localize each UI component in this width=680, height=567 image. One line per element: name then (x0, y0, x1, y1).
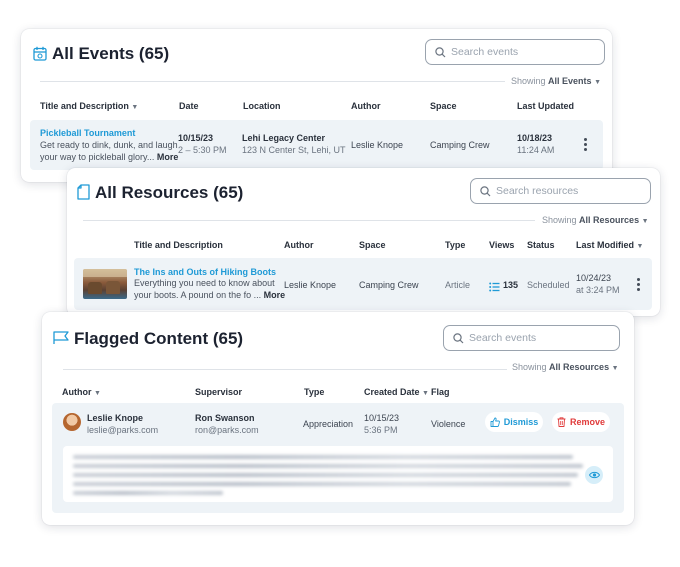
remove-button[interactable]: Remove (552, 412, 610, 432)
updated-time: 11:24 AM (517, 145, 555, 155)
document-icon (77, 184, 90, 205)
showing-filter[interactable]: Showing All Events ▼ (511, 76, 601, 86)
list-icon (489, 279, 500, 297)
event-author: Leslie Knope (351, 140, 404, 150)
flag-reason: Violence (431, 419, 466, 429)
author-email: leslie@parks.com (87, 425, 159, 435)
caret-down-icon: ▼ (131, 104, 139, 111)
more-options-icon[interactable] (584, 138, 588, 151)
supervisor-email: ron@parks.com (195, 425, 259, 435)
search-field[interactable] (469, 332, 619, 344)
events-card: All Events (65) Showing All Events ▼ Tit… (21, 29, 612, 182)
page-title: All Events (65) (52, 44, 170, 63)
resource-author: Leslie Knope (284, 280, 337, 290)
col-title-description[interactable]: Title and Description ▼ (40, 101, 138, 111)
search-icon (453, 332, 464, 343)
col-location[interactable]: Location (243, 101, 281, 111)
col-author[interactable]: Author (351, 101, 381, 111)
divider (40, 81, 505, 82)
page-title: All Resources (65) (95, 183, 244, 202)
flagged-content-preview (63, 446, 613, 502)
divider (83, 220, 535, 221)
event-date: 10/15/23 (178, 133, 214, 143)
resource-views: 135 (503, 280, 519, 290)
caret-down-icon: ▼ (422, 390, 429, 397)
caret-down-icon: ▼ (594, 79, 602, 86)
flag-type: Appreciation (303, 419, 354, 429)
col-last-updated[interactable]: Last Updated (517, 101, 574, 111)
calendar-icon (33, 46, 47, 66)
col-space[interactable]: Space (359, 240, 386, 250)
event-time: 2 – 5:30 PM (178, 145, 227, 155)
search-icon (480, 185, 491, 196)
more-link[interactable]: More (264, 290, 286, 300)
table-row[interactable]: Leslie Knope leslie@parks.com Ron Swanso… (52, 403, 624, 513)
col-author[interactable]: Author ▼ (62, 387, 101, 397)
col-author[interactable]: Author (284, 240, 314, 250)
col-type[interactable]: Type (445, 240, 465, 250)
col-title-description[interactable]: Title and Description (134, 240, 223, 250)
resource-description: Everything you need to know about your b… (134, 278, 286, 300)
caret-down-icon: ▼ (611, 365, 619, 372)
resource-space: Camping Crew (359, 280, 419, 290)
col-created-date[interactable]: Created Date ▼ (364, 387, 429, 397)
col-flag[interactable]: Flag (431, 387, 450, 397)
event-title-link[interactable]: Pickleball Tournament (40, 127, 135, 139)
col-type[interactable]: Type (304, 387, 324, 397)
search-input[interactable] (470, 178, 651, 204)
avatar (63, 413, 81, 431)
search-input[interactable] (443, 325, 620, 351)
eye-icon[interactable] (585, 466, 603, 484)
more-options-icon[interactable] (637, 278, 641, 291)
dismiss-button[interactable]: Dismiss (485, 412, 543, 432)
flagged-card: Flagged Content (65) Showing All Resourc… (42, 312, 634, 525)
search-icon (435, 46, 446, 57)
supervisor-name: Ron Swanson (195, 413, 255, 423)
col-supervisor[interactable]: Supervisor (195, 387, 242, 397)
table-row[interactable]: The Ins and Outs of Hiking Boots Everyth… (74, 258, 652, 310)
search-input[interactable] (425, 39, 605, 65)
col-views[interactable]: Views (489, 240, 514, 250)
thumbnail-image (83, 269, 127, 299)
showing-filter[interactable]: Showing All Resources ▼ (542, 215, 649, 225)
resource-status: Scheduled (527, 280, 570, 290)
modified-time: at 3:24 PM (576, 285, 620, 295)
created-date: 10/15/23 (364, 413, 400, 423)
trash-icon (557, 417, 566, 427)
thumbs-up-icon (490, 417, 500, 427)
col-status[interactable]: Status (527, 240, 555, 250)
table-row[interactable]: Pickleball Tournament Get ready to dink,… (30, 120, 603, 170)
location-name: Lehi Legacy Center (242, 133, 326, 143)
col-date[interactable]: Date (179, 101, 199, 111)
search-field[interactable] (451, 46, 604, 58)
created-time: 5:36 PM (364, 425, 398, 435)
search-field[interactable] (496, 185, 650, 197)
event-space: Camping Crew (430, 140, 490, 150)
caret-down-icon: ▼ (636, 243, 644, 250)
updated-date: 10/18/23 (517, 133, 553, 143)
divider (63, 369, 507, 370)
more-link[interactable]: More (157, 152, 179, 162)
resource-title-link[interactable]: The Ins and Outs of Hiking Boots (134, 266, 276, 278)
caret-down-icon: ▼ (641, 218, 649, 225)
flag-icon (53, 331, 69, 350)
event-description: Get ready to dink, dunk, and laugh your … (40, 140, 179, 162)
showing-filter[interactable]: Showing All Resources ▼ (512, 362, 619, 372)
page-title: Flagged Content (65) (74, 329, 244, 348)
col-last-modified[interactable]: Last Modified ▼ (576, 240, 643, 250)
resources-card: All Resources (65) Showing All Resources… (67, 168, 660, 316)
location-address: 123 N Center St, Lehi, UT (242, 145, 346, 155)
resource-type: Article (445, 280, 471, 290)
author-name: Leslie Knope (87, 413, 144, 423)
col-space[interactable]: Space (430, 101, 457, 111)
caret-down-icon: ▼ (94, 390, 101, 397)
modified-date: 10/24/23 (576, 273, 612, 283)
